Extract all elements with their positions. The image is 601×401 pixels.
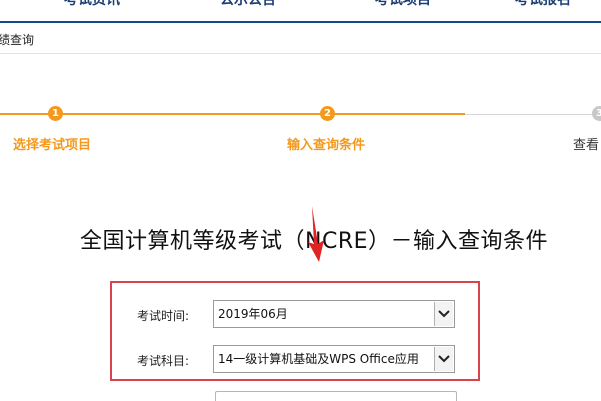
next-field-partial[interactable] bbox=[215, 391, 457, 401]
step-3-label: 查看 bbox=[573, 138, 600, 153]
step-progress-line-pending bbox=[465, 114, 601, 115]
exam-subject-select[interactable]: 14一级计算机基础及WPS Office应用 bbox=[213, 345, 455, 373]
chevron-down-icon bbox=[438, 310, 450, 318]
exam-time-value: 2019年06月 bbox=[218, 307, 288, 321]
nav-item-exam-news[interactable]: 考试资讯 bbox=[64, 0, 120, 10]
step-1-label[interactable]: 选择考试项目 bbox=[13, 134, 91, 153]
exam-time-select[interactable]: 2019年06月 bbox=[213, 300, 455, 328]
nav-item-announcements[interactable]: 公示公告 bbox=[220, 0, 276, 10]
breadcrumb: 绩查询 bbox=[0, 33, 35, 47]
nav-item-exam-registration[interactable]: 考试报名 bbox=[515, 0, 571, 10]
exam-subject-label: 考试科目: bbox=[137, 354, 190, 368]
exam-time-label: 考试时间: bbox=[137, 309, 190, 323]
breadcrumb-divider bbox=[0, 53, 601, 54]
nav-item-exam-projects[interactable]: 考试项目 bbox=[375, 0, 431, 10]
step-1-dot: 1 bbox=[48, 106, 63, 121]
page: 考试资讯 公示公告 考试项目 考试报名 绩查询 1 2 3 选择考试项目 输入查… bbox=[0, 0, 601, 401]
exam-time-dropdown-button[interactable] bbox=[434, 302, 453, 326]
exam-subject-dropdown-button[interactable] bbox=[434, 347, 453, 371]
exam-subject-value: 14一级计算机基础及WPS Office应用 bbox=[218, 352, 419, 366]
top-navigation: 考试资讯 公示公告 考试项目 考试报名 bbox=[0, 0, 601, 23]
step-progress-line-done bbox=[0, 113, 465, 115]
step-2-label: 输入查询条件 bbox=[287, 138, 366, 153]
step-2-dot: 2 bbox=[320, 106, 335, 121]
step-3-dot: 3 bbox=[592, 106, 601, 121]
red-arrow-icon bbox=[308, 206, 324, 262]
chevron-down-icon bbox=[438, 355, 450, 363]
